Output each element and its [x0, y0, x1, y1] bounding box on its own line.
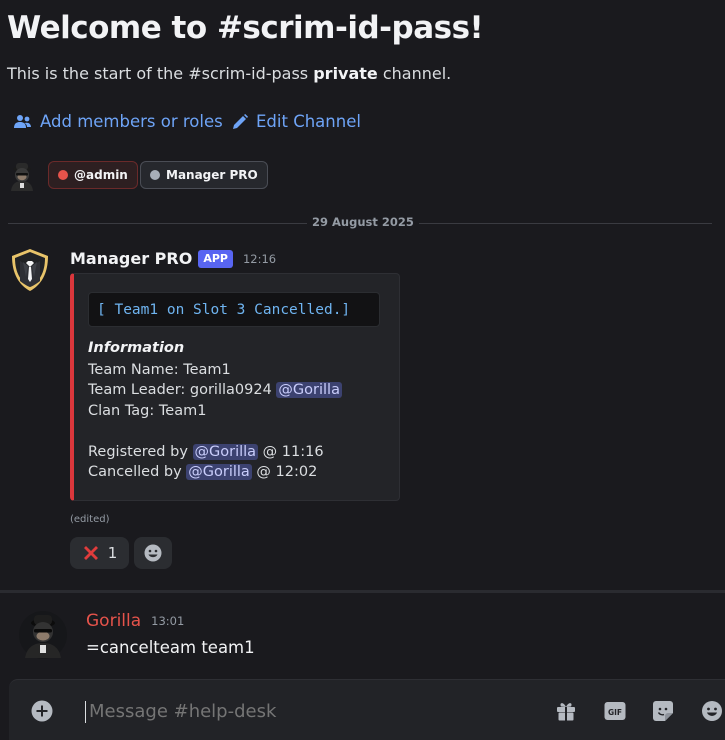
cancel-embed: [ Team1 on Slot 3 Cancelled.] Informatio… — [70, 273, 400, 501]
message-composer: GIF — [9, 679, 725, 740]
role-color-dot — [150, 170, 160, 180]
role-pill-label: Manager PRO — [166, 168, 258, 182]
embed-cancelled-by: Cancelled by @Gorilla @ 12:02 — [88, 464, 317, 480]
date-divider: 29 August 2025 — [307, 215, 419, 229]
subtitle-private-word: private — [313, 64, 378, 83]
cancelled-text: Cancelled by — [88, 464, 187, 480]
emoji-icon — [702, 701, 722, 721]
gorilla-avatar-small[interactable] — [6, 160, 38, 192]
user-message-header: Gorilla 13:01 — [86, 611, 184, 631]
registered-text: Registered by — [88, 444, 193, 460]
team-leader-text: Team Leader: gorilla0924 — [88, 382, 277, 398]
gif-icon: GIF — [604, 702, 626, 720]
channel-welcome-title: Welcome to #scrim-id-pass! — [7, 10, 484, 46]
cross-mark-icon — [83, 546, 98, 560]
role-pill-label: @admin — [74, 168, 128, 182]
message-content: =cancelteam team1 — [86, 638, 255, 657]
gift-icon — [557, 703, 575, 721]
message-timestamp[interactable]: 13:01 — [151, 614, 184, 628]
embed-clan-tag: Clan Tag: Team1 — [88, 403, 207, 419]
user-mention[interactable]: @Gorilla — [186, 464, 252, 480]
sticker-icon — [653, 701, 673, 721]
emoji-button[interactable] — [701, 700, 723, 722]
user-author-name[interactable]: Gorilla — [86, 611, 141, 631]
app-badge: APP — [198, 249, 233, 268]
user-mention[interactable]: @Gorilla — [276, 382, 342, 398]
edit-channel-label: Edit Channel — [256, 112, 361, 131]
add-attachment-button[interactable] — [31, 700, 53, 722]
add-reaction-icon — [144, 544, 162, 562]
message-timestamp[interactable]: 12:16 — [243, 252, 276, 266]
gorilla-avatar-icon — [19, 611, 67, 659]
message-input[interactable] — [85, 701, 505, 723]
add-members-button[interactable]: Add members or roles — [14, 112, 223, 131]
add-members-icon — [14, 114, 31, 128]
bot-author-name[interactable]: Manager PRO — [70, 249, 192, 268]
sticker-button[interactable] — [652, 700, 674, 722]
reaction-cross-mark[interactable]: 1 — [70, 537, 129, 569]
svg-text:GIF: GIF — [608, 708, 622, 717]
cancelled-time: @ 12:02 — [251, 464, 318, 480]
gorilla-avatar[interactable] — [18, 610, 68, 660]
add-reaction-button[interactable] — [134, 537, 172, 569]
embed-code-title: [ Team1 on Slot 3 Cancelled.] — [88, 292, 380, 327]
shield-suit-icon — [12, 249, 48, 291]
edited-label: (edited) — [70, 514, 110, 525]
add-attachment-icon — [31, 700, 53, 722]
channel-welcome-subtitle: This is the start of the #scrim-id-pass … — [7, 64, 451, 83]
message-separator — [0, 590, 725, 593]
embed-field-title: Information — [88, 340, 185, 356]
manager-pro-avatar[interactable] — [9, 247, 51, 293]
role-pill-admin[interactable]: @admin — [48, 161, 138, 189]
reaction-count: 1 — [107, 544, 118, 562]
embed-team-name: Team Name: Team1 — [88, 362, 231, 378]
user-mention[interactable]: @Gorilla — [192, 444, 259, 460]
bot-message-header: Manager PRO APP 12:16 — [70, 249, 276, 268]
gif-button[interactable]: GIF — [604, 700, 626, 722]
pencil-icon — [233, 113, 248, 129]
embed-team-leader: Team Leader: gorilla0924 @Gorilla — [88, 382, 342, 398]
add-members-label: Add members or roles — [40, 112, 223, 131]
embed-registered-by: Registered by @Gorilla @ 11:16 — [88, 444, 324, 460]
registered-time: @ 11:16 — [258, 444, 324, 460]
role-pill-manager-pro[interactable]: Manager PRO — [140, 161, 268, 189]
gift-button[interactable] — [555, 700, 577, 722]
subtitle-text-end: channel. — [377, 64, 452, 83]
role-color-dot — [58, 170, 68, 180]
gorilla-avatar-icon — [11, 163, 33, 191]
edit-channel-button[interactable]: Edit Channel — [232, 112, 361, 131]
subtitle-text-start: This is the start of the #scrim-id-pass — [7, 64, 314, 83]
